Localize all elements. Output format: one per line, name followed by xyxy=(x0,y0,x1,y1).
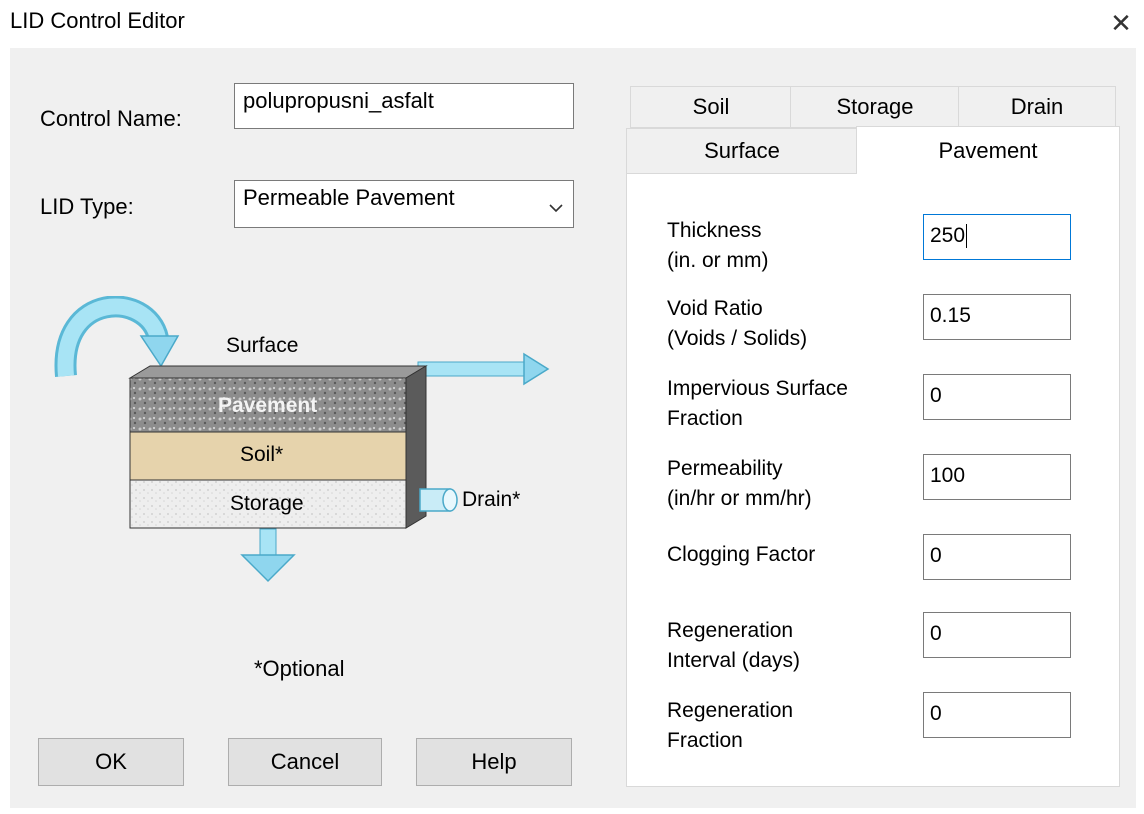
regeneration-fraction-input[interactable]: 0 xyxy=(923,692,1071,738)
lid-diagram: Surface Pavement Soil* Storage Drain* xyxy=(38,295,598,636)
dialog-body: Control Name: polupropusni_asfalt LID Ty… xyxy=(10,48,1136,808)
tab-pavement[interactable]: Pavement xyxy=(856,126,1120,174)
control-name-input[interactable]: polupropusni_asfalt xyxy=(234,83,574,129)
control-name-label: Control Name: xyxy=(40,106,182,131)
storage-layer-label: Storage xyxy=(230,492,304,515)
lid-type-select[interactable]: Permeable Pavement xyxy=(234,180,574,228)
tab-surface[interactable]: Surface xyxy=(626,128,858,174)
close-icon: ✕ xyxy=(1110,7,1132,38)
pavement-layer-label: Pavement xyxy=(218,394,318,417)
regeneration-interval-label: Regeneration Interval (days) xyxy=(667,619,801,672)
lid-type-value: Permeable Pavement xyxy=(243,185,455,210)
tab-storage[interactable]: Storage xyxy=(790,86,960,128)
thickness-label: Thickness (in. or mm) xyxy=(667,219,769,272)
drain-label: Drain* xyxy=(462,488,521,511)
lid-type-label: LID Type: xyxy=(40,194,134,219)
permeability-label: Permeability (in/hr or mm/hr) xyxy=(667,457,812,510)
surface-label: Surface xyxy=(226,334,299,357)
impervious-fraction-label: Impervious Surface Fraction xyxy=(667,377,848,430)
title-bar: LID Control Editor ✕ xyxy=(0,0,1144,46)
soil-layer-label: Soil* xyxy=(240,443,284,466)
help-button[interactable]: Help xyxy=(416,738,572,786)
close-button[interactable]: ✕ xyxy=(1098,0,1144,46)
impervious-fraction-input[interactable]: 0 xyxy=(923,374,1071,420)
pavement-panel: Thickness (in. or mm) 250 Void Ratio (Void… xyxy=(626,173,1120,787)
chevron-down-icon xyxy=(549,193,563,219)
cancel-button[interactable]: Cancel xyxy=(228,738,382,786)
tab-soil[interactable]: Soil xyxy=(630,86,792,128)
runoff-arrow-icon xyxy=(417,352,550,386)
void-ratio-label: Void Ratio (Voids / Solids) xyxy=(667,297,808,350)
tab-drain[interactable]: Drain xyxy=(958,86,1116,128)
regeneration-interval-input[interactable]: 0 xyxy=(923,612,1071,658)
clogging-factor-input[interactable]: 0 xyxy=(923,534,1071,580)
drain-pipe-icon xyxy=(419,488,458,512)
window-title: LID Control Editor xyxy=(10,8,185,33)
clogging-factor-label: Clogging Factor xyxy=(667,543,816,566)
optional-note: *Optional xyxy=(254,656,345,681)
regeneration-fraction-label: Regeneration Fraction xyxy=(667,699,794,752)
ok-button[interactable]: OK xyxy=(38,738,184,786)
permeability-input[interactable]: 100 xyxy=(923,454,1071,500)
thickness-input[interactable]: 250 xyxy=(923,214,1071,260)
void-ratio-input[interactable]: 0.15 xyxy=(923,294,1071,340)
infiltration-arrow-icon xyxy=(240,528,296,583)
